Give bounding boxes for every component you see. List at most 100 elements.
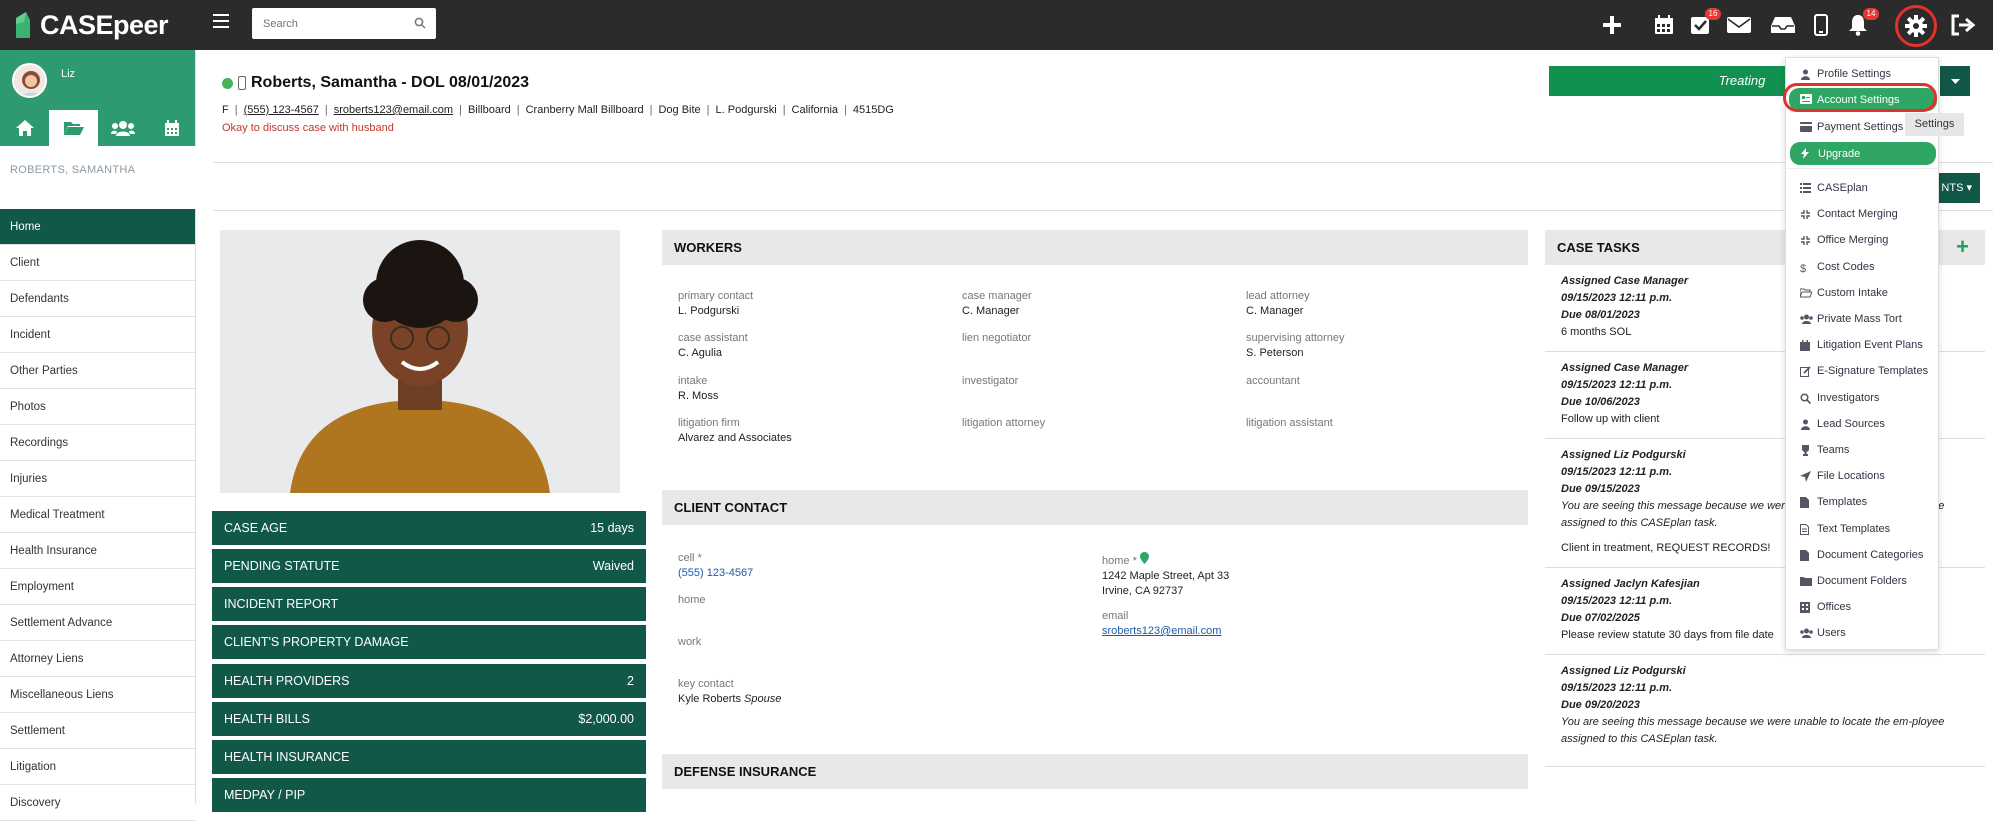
menu-item-lead-sources[interactable]: Lead Sources [1786,412,1940,436]
tab-home[interactable] [0,110,49,146]
sidebar-item-medical-treatment[interactable]: Medical Treatment [0,497,195,533]
workers-panel: WORKERS primary contact L. Podgurski case … [662,230,1528,484]
folder-icon [1800,576,1812,587]
sidebar-item-photos[interactable]: Photos [0,389,195,425]
plus-icon[interactable] [1599,12,1625,38]
calendar-icon[interactable] [1651,12,1677,38]
avatar[interactable] [12,63,47,98]
sidebar-item-defendants[interactable]: Defendants [0,281,195,317]
worker-lien-negotiator: lien negotiator [962,332,1031,347]
stat-pending-statute[interactable]: PENDING STATUTE Waived [212,549,646,583]
menu-item-cost-codes[interactable]: $ Cost Codes [1786,255,1940,279]
cell-phone-link[interactable]: (555) 123-4567 [678,567,753,579]
sidebar-item-home[interactable]: Home [0,209,195,245]
client-email-link[interactable]: sroberts123@email.com [1102,625,1221,637]
search-icon [1800,392,1812,404]
worker-supervising-attorney: supervising attorney S. Peterson [1246,332,1344,359]
menu-item-e-signature-templates[interactable]: E-Signature Templates [1786,359,1940,383]
hamburger-menu-icon[interactable] [213,14,229,28]
stat-incident-report[interactable]: INCIDENT REPORT [212,587,646,621]
stat-health-bills[interactable]: HEALTH BILLS $2,000.00 [212,702,646,736]
menu-item-upgrade[interactable]: Upgrade [1790,142,1936,165]
bell-icon[interactable]: 14 [1845,8,1879,38]
menu-item-private-mass-tort[interactable]: Private Mass Tort [1786,307,1940,331]
user-icon [1800,69,1811,80]
worker-value[interactable]: S. Peterson [1246,347,1344,359]
tasks-icon[interactable]: 16 [1687,8,1721,38]
map-pin-icon[interactable] [1139,552,1149,564]
add-task-icon[interactable]: + [1956,236,1969,258]
logout-icon[interactable] [1950,12,1976,38]
defense-insurance-panel: DEFENSE INSURANCE [662,754,1528,804]
search-input[interactable] [252,8,402,39]
sidebar-item-miscellaneous-liens[interactable]: Miscellaneous Liens [0,677,195,713]
sidebar-item-client[interactable]: Client [0,245,195,281]
sidebar-item-incident[interactable]: Incident [0,317,195,353]
menu-item-label: Upgrade [1818,147,1861,160]
stat-case-age[interactable]: CASE AGE 15 days [212,511,646,545]
menu-item-label: Private Mass Tort [1817,313,1902,325]
user-name: Liz [61,68,76,80]
account-settings-highlight-ring [1783,83,1937,112]
key-contact-label: key contact [678,678,734,690]
menu-item-teams[interactable]: Teams [1786,438,1940,462]
case-email-link[interactable]: sroberts123@email.com [334,104,453,116]
sidebar-item-discovery[interactable]: Discovery [0,785,195,821]
mobile-icon[interactable] [1808,12,1834,38]
gear-icon[interactable] [1903,13,1929,39]
stat-medpay-pip[interactable]: MEDPAY / PIP [212,778,646,812]
credit-card-icon [1800,121,1812,133]
calendar-icon [1800,339,1811,351]
sidebar-item-settlement-advance[interactable]: Settlement Advance [0,605,195,641]
settings-dropdown: Profile Settings Account Settings Payment … [1785,57,1940,650]
worker-case-manager: case manager C. Manager [962,290,1032,317]
stat-client-s-property-damage[interactable]: CLIENT'S PROPERTY DAMAGE [212,625,646,659]
stat-health-providers[interactable]: HEALTH PROVIDERS 2 [212,664,646,698]
menu-item-templates[interactable]: Templates [1786,490,1940,514]
menu-item-text-templates[interactable]: Text Templates [1786,517,1940,541]
sidebar-client-name: ROBERTS, SAMANTHA [0,146,196,209]
menu-item-document-categories[interactable]: Document Categories [1786,543,1940,567]
worker-value[interactable]: Alvarez and Associates [678,432,792,444]
case-phone-link[interactable]: (555) 123-4567 [244,104,319,116]
sidebar-item-employment[interactable]: Employment [0,569,195,605]
menu-item-file-locations[interactable]: File Locations [1786,464,1940,488]
menu-item-document-folders[interactable]: Document Folders [1786,569,1940,593]
tab-calendar[interactable] [147,110,196,146]
menu-item-office-merging[interactable]: Office Merging [1786,228,1940,252]
stat-health-insurance[interactable]: HEALTH INSURANCE [212,740,646,774]
menu-item-offices[interactable]: Offices [1786,595,1940,619]
sidebar-item-attorney-liens[interactable]: Attorney Liens [0,641,195,677]
status-dropdown-toggle[interactable] [1940,66,1970,96]
menu-item-investigators[interactable]: Investigators [1786,386,1940,410]
menu-item-label: Custom Intake [1817,287,1888,299]
sidebar-item-other-parties[interactable]: Other Parties [0,353,195,389]
tab-files[interactable] [49,110,98,146]
menu-item-caseplan[interactable]: CASEplan [1786,176,1940,200]
stat-label: MEDPAY / PIP [224,788,306,802]
sidebar-item-health-insurance[interactable]: Health Insurance [0,533,195,569]
inbox-icon[interactable] [1770,12,1796,38]
worker-value[interactable]: R. Moss [678,390,718,402]
menu-item-litigation-event-plans[interactable]: Litigation Event Plans [1786,333,1940,357]
worker-case-assistant: case assistant C. Agulia [678,332,748,359]
worker-value[interactable]: C. Agulia [678,347,748,359]
tab-contacts[interactable] [98,110,147,146]
worker-value[interactable]: L. Podgurski [678,305,753,317]
stat-label: CLIENT'S PROPERTY DAMAGE [224,635,409,649]
sidebar-item-litigation[interactable]: Litigation [0,749,195,785]
sidebar-nav: Home Client Defendants Incident Other Partie… [0,209,195,821]
address-line-1: 1242 Maple Street, Apt 33 [1102,570,1230,582]
task-item[interactable]: Assigned Liz Podgurski 09/15/2023 12:11 p… [1545,655,1985,767]
menu-item-contact-merging[interactable]: Contact Merging [1786,202,1940,226]
mail-icon[interactable] [1726,12,1752,38]
search-icon[interactable] [414,17,426,29]
worker-value[interactable]: C. Manager [962,305,1032,317]
brand-logo[interactable]: CASEpeer [12,8,169,42]
worker-value[interactable]: C. Manager [1246,305,1310,317]
menu-item-users[interactable]: Users [1786,621,1940,645]
sidebar-item-settlement[interactable]: Settlement [0,713,195,749]
sidebar-item-injuries[interactable]: Injuries [0,461,195,497]
menu-item-custom-intake[interactable]: Custom Intake [1786,281,1940,305]
sidebar-item-recordings[interactable]: Recordings [0,425,195,461]
